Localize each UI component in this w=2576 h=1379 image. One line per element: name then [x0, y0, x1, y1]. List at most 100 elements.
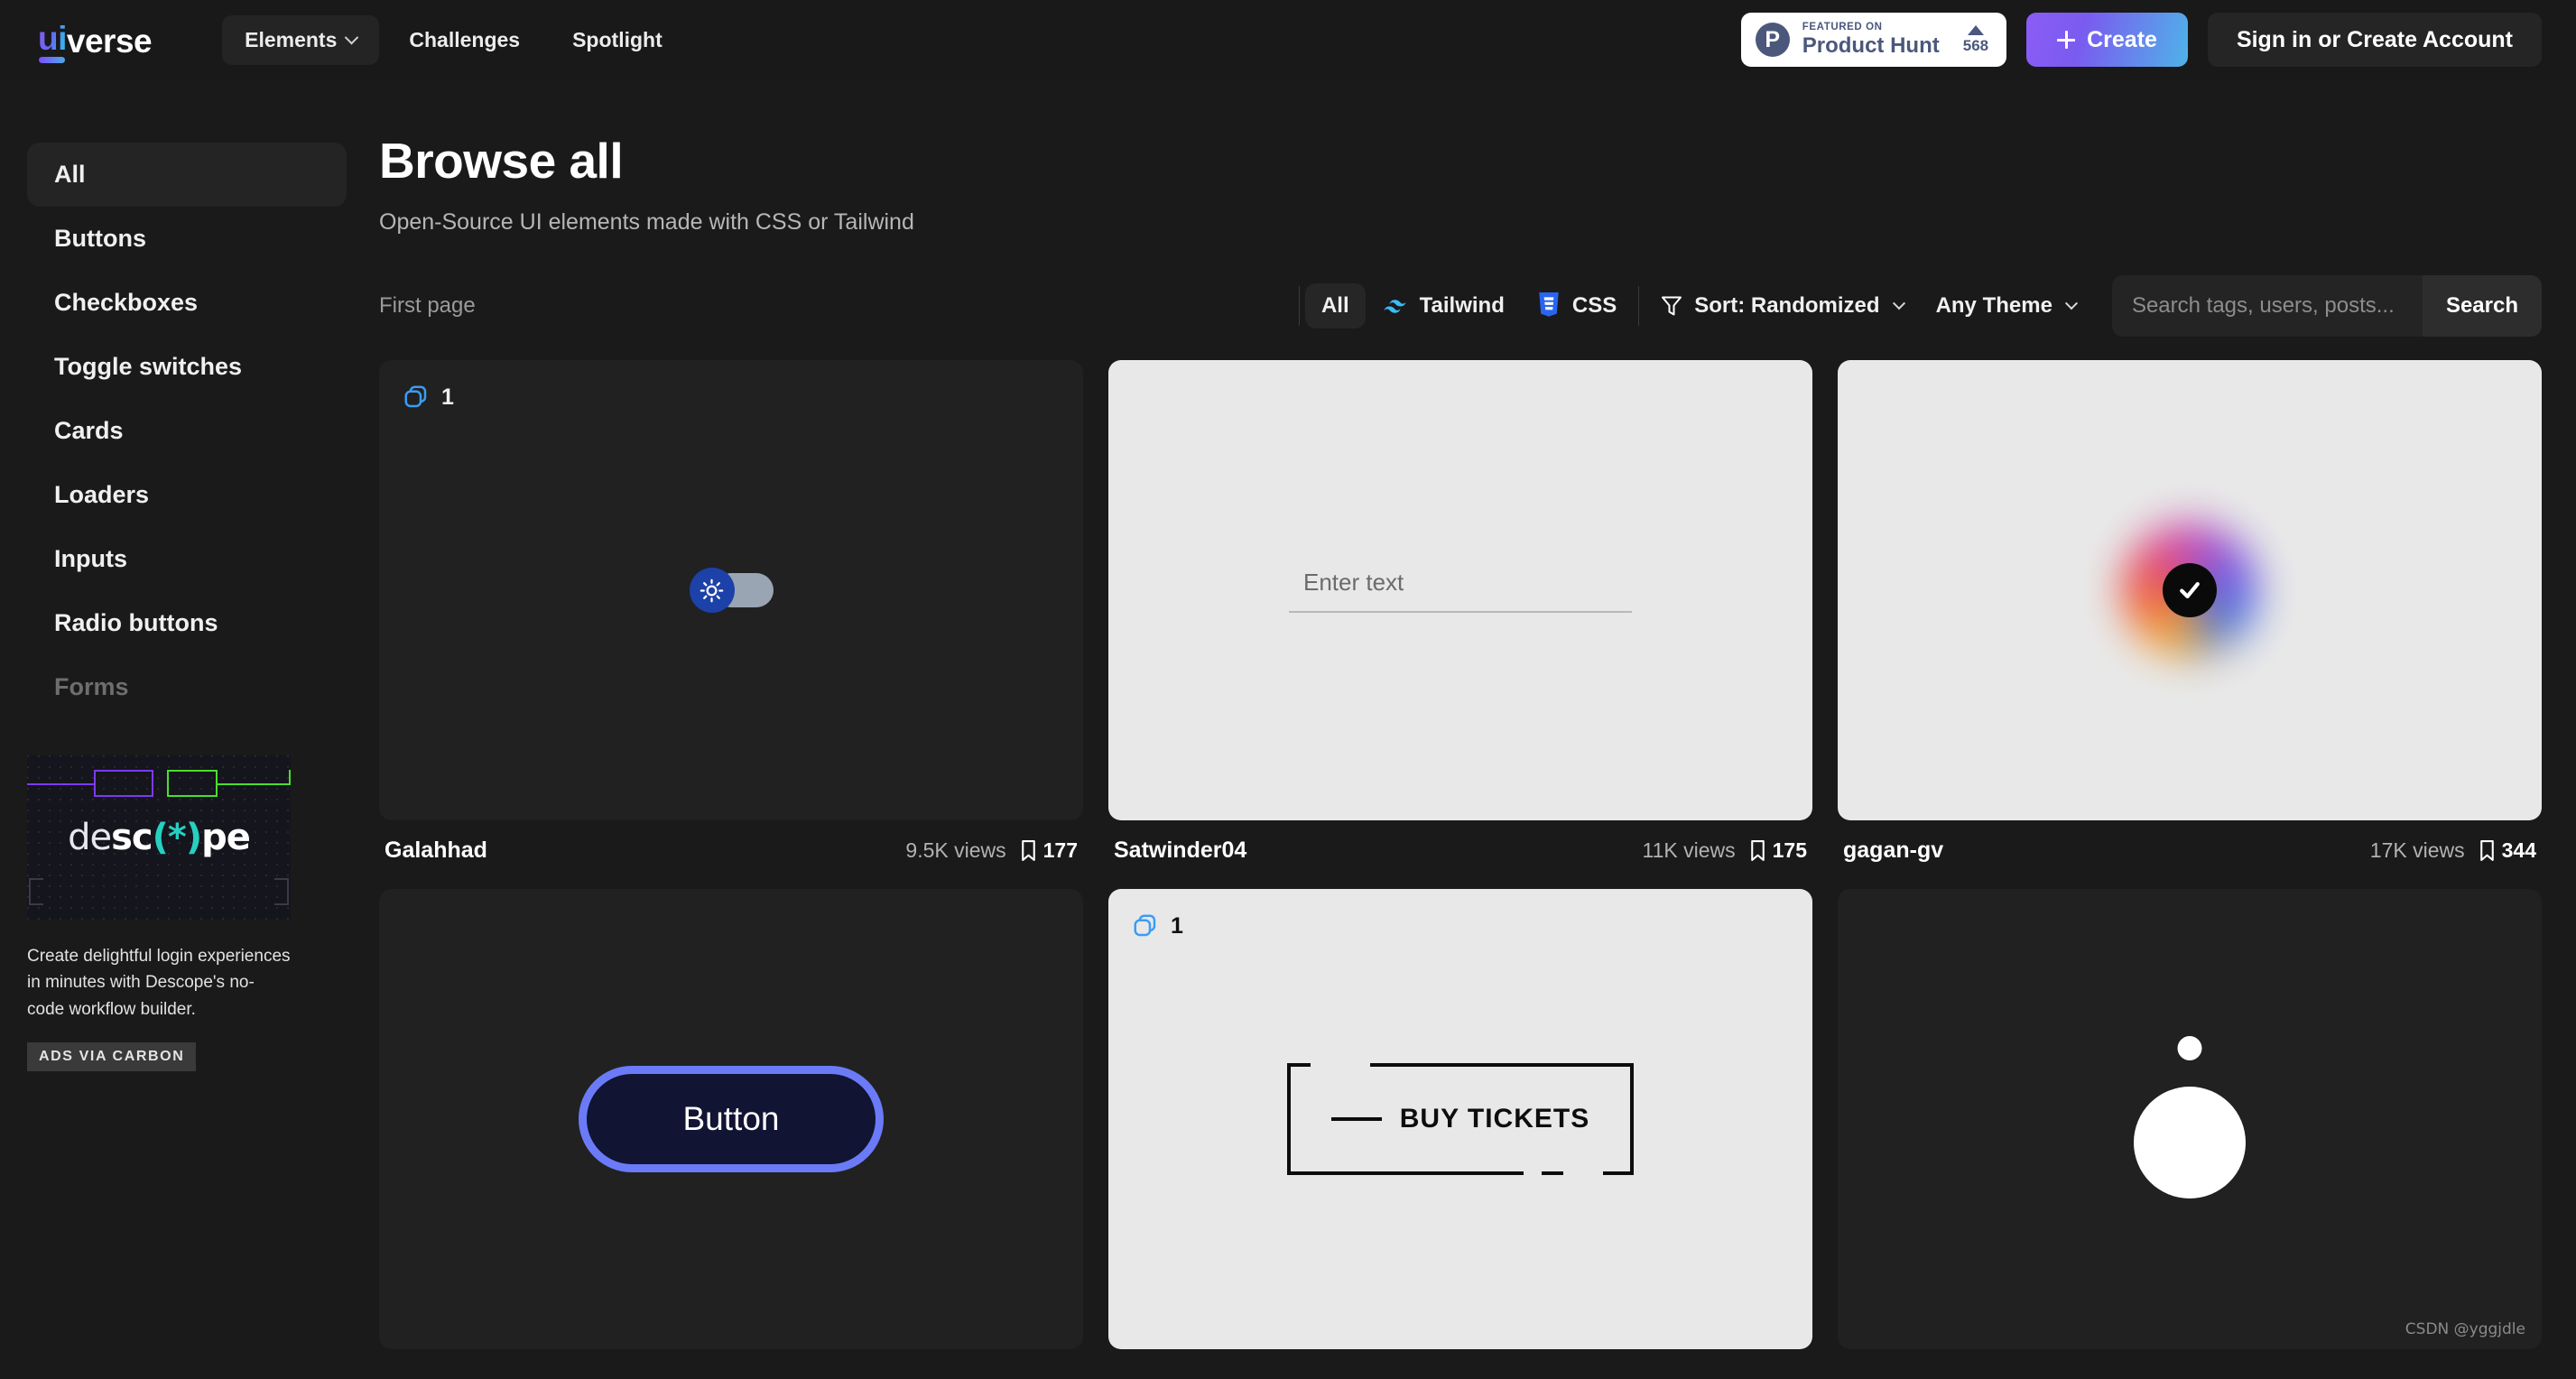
card-author[interactable]: Galahhad — [385, 838, 487, 864]
descope-logo-star: (*) — [152, 817, 202, 858]
nav-item-challenges[interactable]: Challenges — [386, 15, 542, 65]
ads-via-carbon-label[interactable]: ADS VIA CARBON — [27, 1042, 197, 1072]
filter-toolbar: First page All Tailwind CSS Sort: Random… — [379, 275, 2542, 337]
filter-css-label: CSS — [1571, 293, 1617, 318]
ticket-border-top-right — [1370, 1063, 1634, 1067]
sidebar-item-toggle-switches[interactable]: Toggle switches — [27, 335, 347, 399]
sort-dropdown[interactable]: Sort: Randomized — [1645, 283, 1919, 329]
ticket-border-bottom-right — [1603, 1171, 1634, 1175]
upvote-arrow-icon — [1967, 24, 1984, 35]
uiverse-logo[interactable]: ui verse — [38, 20, 153, 63]
card-preview[interactable]: Enter text — [1108, 360, 1812, 820]
ticket-button-preview: BUY TICKETS — [1287, 1063, 1634, 1175]
loader-ball-small — [2177, 1036, 2202, 1060]
signin-button[interactable]: Sign in or Create Account — [2207, 13, 2542, 67]
ad-decor-box-purple — [94, 770, 153, 797]
sidebar-item-checkboxes[interactable]: Checkboxes — [27, 271, 347, 335]
bookmark-count: 175 — [1772, 838, 1807, 862]
theme-dropdown[interactable]: Any Theme — [1920, 283, 2092, 329]
signin-button-label: Sign in or Create Account — [2236, 26, 2513, 52]
card-author[interactable]: gagan-gv — [1843, 838, 1943, 864]
filter-css[interactable]: CSS — [1521, 282, 1633, 329]
element-card: CSDN @yggjdle — [1838, 889, 2542, 1349]
bookmark-button[interactable]: 175 — [1749, 838, 1807, 863]
sidebar-item-all[interactable]: All — [27, 143, 347, 207]
input-placeholder-text: Enter text — [1303, 568, 1404, 596]
card-preview[interactable] — [1838, 360, 2542, 820]
ad-decor-line-purple — [27, 783, 95, 785]
page-layout: All Buttons Checkboxes Toggle switches C… — [0, 79, 2576, 1379]
ad-banner-image[interactable]: desc(*)pe — [27, 755, 291, 920]
search-button[interactable]: Search — [2422, 275, 2542, 337]
element-card: 1 Galahhad 9.5K views 177 — [379, 360, 1083, 864]
card-views: 9.5K views — [905, 838, 1006, 862]
ad-body-text[interactable]: Create delightful login experiences in m… — [27, 943, 291, 1023]
glow-checkmark-preview — [2113, 514, 2266, 667]
chevron-down-icon — [345, 30, 359, 44]
sort-dropdown-label: Sort: Randomized — [1694, 293, 1880, 318]
layers-icon — [404, 385, 427, 408]
main-content: Browse all Open-Source UI elements made … — [379, 79, 2576, 1379]
product-hunt-text: FEATURED ON Product Hunt — [1802, 21, 1940, 58]
header-actions: P FEATURED ON Product Hunt 568 Create Si… — [1740, 13, 2542, 67]
sidebar-item-loaders[interactable]: Loaders — [27, 463, 347, 527]
loader-ball-large — [2134, 1087, 2246, 1199]
ticket-button-label: BUY TICKETS — [1399, 1104, 1590, 1134]
bookmark-button[interactable]: 177 — [1020, 838, 1078, 863]
product-hunt-vote-count: 568 — [1962, 36, 1989, 54]
bookmark-icon — [1021, 840, 1035, 861]
ad-decor-line-green — [216, 783, 291, 785]
card-variant-badge: 1 — [403, 384, 454, 411]
chevron-down-icon — [2064, 297, 2079, 310]
descope-logo-part1: de — [68, 817, 112, 858]
page-title: Browse all — [379, 133, 624, 189]
css-icon — [1539, 292, 1559, 317]
filter-tailwind-label: Tailwind — [1419, 293, 1505, 318]
page-subtitle: Open-Source UI elements made with CSS or… — [379, 209, 914, 235]
funnel-icon — [1662, 296, 1682, 315]
card-stats: 9.5K views 177 — [905, 838, 1078, 863]
card-preview[interactable]: CSDN @yggjdle — [1838, 889, 2542, 1349]
bookmark-button[interactable]: 344 — [2479, 838, 2536, 863]
ticket-border-bottom-mid — [1542, 1171, 1563, 1175]
card-author[interactable]: Satwinder04 — [1114, 838, 1246, 864]
first-page-label[interactable]: First page — [379, 293, 476, 319]
bookmark-icon — [2479, 840, 2494, 861]
card-preview[interactable]: Button — [379, 889, 1083, 1349]
nav-item-elements[interactable]: Elements — [222, 14, 380, 65]
filter-all[interactable]: All — [1304, 283, 1366, 329]
card-meta: Galahhad 9.5K views 177 — [379, 838, 1083, 864]
card-variant-badge: 1 — [1132, 912, 1183, 939]
bookmark-icon — [1750, 840, 1765, 861]
plus-icon — [2057, 31, 2076, 49]
nav-item-spotlight[interactable]: Spotlight — [550, 15, 685, 65]
bookmark-count: 177 — [1042, 838, 1078, 862]
sidebar-item-radio-buttons[interactable]: Radio buttons — [27, 591, 347, 655]
descope-logo-part3: pe — [201, 817, 251, 858]
card-preview[interactable]: 1 — [379, 360, 1083, 820]
filter-tailwind[interactable]: Tailwind — [1366, 283, 1521, 329]
category-list: All Buttons Checkboxes Toggle switches C… — [0, 143, 379, 719]
search-group: Search — [2111, 275, 2542, 337]
search-input[interactable] — [2111, 275, 2423, 337]
text-input-preview: Enter text — [1289, 569, 1632, 613]
ticket-content: BUY TICKETS — [1287, 1104, 1634, 1134]
nav-spotlight-label: Spotlight — [572, 27, 663, 51]
toggle-switch-preview — [689, 568, 774, 613]
chevron-down-icon — [1892, 297, 1905, 310]
product-hunt-badge[interactable]: P FEATURED ON Product Hunt 568 — [1740, 13, 2007, 67]
card-meta: gagan-gv 17K views 344 — [1838, 838, 2542, 864]
sidebar-item-buttons[interactable]: Buttons — [27, 207, 347, 271]
card-preview[interactable]: 1 BUY TICKETS — [1108, 889, 1812, 1349]
logo-verse-text: verse — [66, 22, 153, 60]
logo-ui-text: ui — [38, 20, 67, 63]
element-card: Button — [379, 889, 1083, 1349]
sidebar-item-cards[interactable]: Cards — [27, 399, 347, 463]
input-underline — [1289, 610, 1632, 613]
sidebar-item-inputs[interactable]: Inputs — [27, 527, 347, 591]
category-sidebar: All Buttons Checkboxes Toggle switches C… — [0, 79, 379, 1379]
sidebar-item-forms[interactable]: Forms — [27, 655, 347, 719]
card-views: 17K views — [2369, 838, 2465, 862]
create-button[interactable]: Create — [2026, 13, 2188, 67]
product-hunt-featured-label: FEATURED ON — [1802, 21, 1883, 32]
